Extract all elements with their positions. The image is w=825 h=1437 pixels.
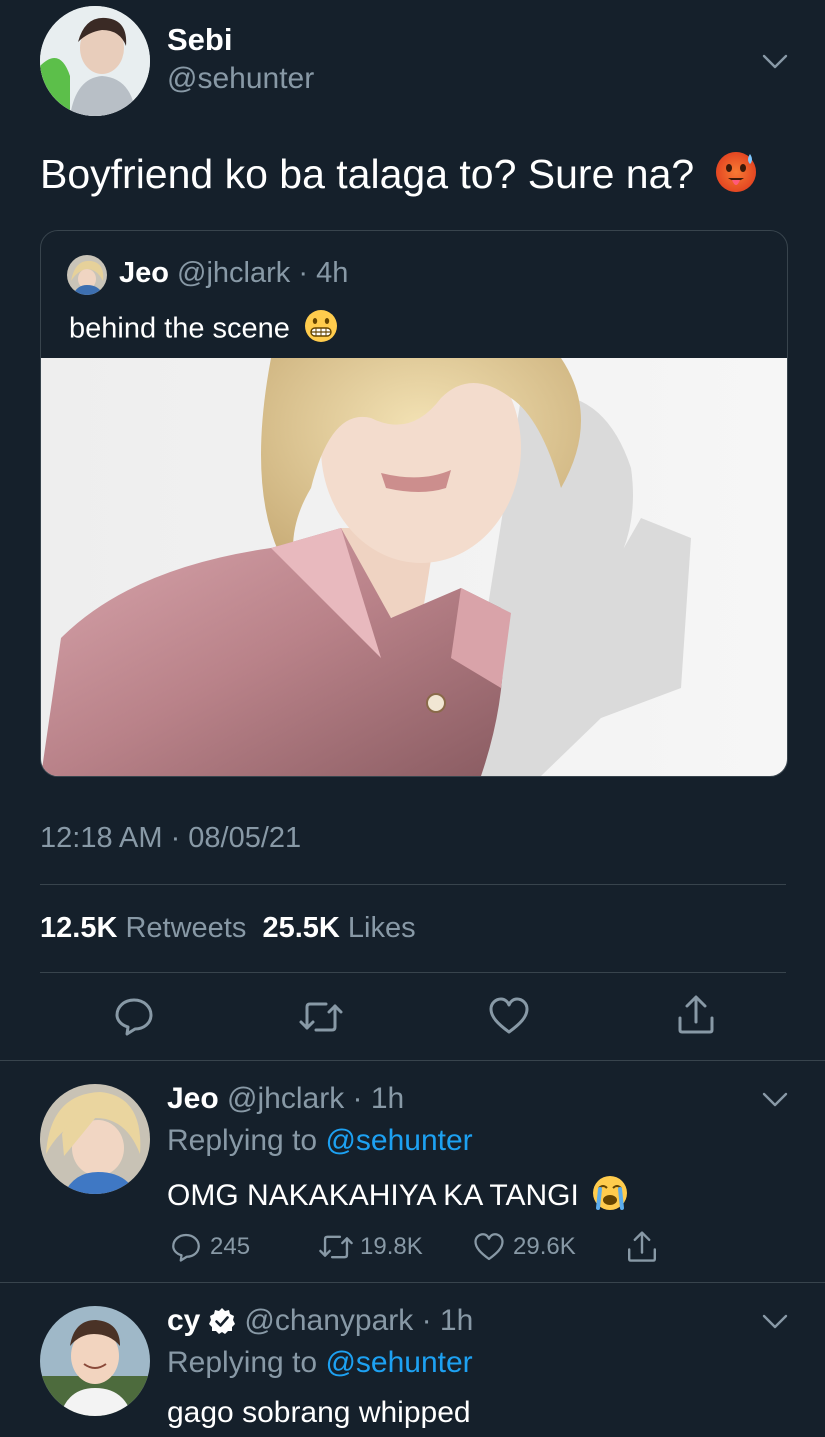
- main-author-handle[interactable]: @sehunter: [167, 62, 314, 96]
- main-tweet-timestamp: 12:18 AM · 08/05/21: [40, 822, 302, 854]
- replying-to-label: Replying to: [167, 1346, 318, 1379]
- quoted-header: Jeo @jhclark · 4h: [119, 257, 348, 290]
- reply2-replying-to: Replying to @sehunter: [167, 1346, 473, 1380]
- reply2-text: gago sobrang whipped: [167, 1396, 471, 1429]
- reply2-header: cy @chanypark · 1h: [167, 1304, 473, 1338]
- quoted-time: 4h: [316, 257, 349, 289]
- reply2-author-name[interactable]: cy: [167, 1304, 200, 1338]
- reply1-replying-to: Replying to @sehunter: [167, 1124, 473, 1158]
- main-tweet-text-row: Boyfriend ko ba talaga to? Sure na?: [40, 150, 758, 204]
- reply1-header: Jeo @jhclark · 1h: [167, 1082, 404, 1116]
- reply1-text: OMG NAKAKAHIYA KA TANGI: [167, 1178, 579, 1212]
- retweets-label: Retweets: [125, 912, 247, 944]
- likes-stat[interactable]: 25.5K Likes: [262, 912, 415, 944]
- reply2-time: 1h: [439, 1304, 474, 1337]
- reply1-time: 1h: [370, 1082, 405, 1115]
- quoted-author-handle[interactable]: @jhclark: [177, 257, 290, 289]
- reply1-like-count: 29.6K: [513, 1233, 576, 1260]
- retweets-count: 12.5K: [40, 912, 118, 944]
- divider: [0, 1282, 825, 1283]
- reply-icon: [172, 1233, 200, 1262]
- separator-dot: ·: [344, 1082, 371, 1115]
- reply1-reply-count: 245: [210, 1233, 251, 1260]
- reply1-author-handle[interactable]: @jhclark: [227, 1082, 344, 1115]
- reply1-retweet-button[interactable]: 19.8K: [318, 1232, 423, 1262]
- likes-label: Likes: [347, 912, 416, 944]
- reply1-avatar[interactable]: [40, 1084, 150, 1194]
- share-button[interactable]: [676, 994, 716, 1036]
- loudly-crying-emoji-icon: [591, 1174, 629, 1220]
- hot-face-emoji-icon: [714, 150, 758, 204]
- divider: [0, 1060, 825, 1061]
- reply2-avatar[interactable]: [40, 1306, 150, 1416]
- chevron-down-icon[interactable]: [762, 1092, 788, 1113]
- divider: [40, 972, 786, 973]
- heart-icon: [489, 997, 529, 1034]
- reply1-reply-button[interactable]: 245: [170, 1232, 250, 1262]
- reply-button[interactable]: [114, 996, 154, 1036]
- replying-to-label: Replying to: [167, 1124, 318, 1157]
- reply1-like-button[interactable]: 29.6K: [473, 1232, 576, 1262]
- separator-dot: ·: [290, 257, 317, 289]
- chevron-down-icon[interactable]: [762, 54, 788, 75]
- retweet-button[interactable]: [298, 998, 344, 1036]
- main-tweet-text: Boyfriend ko ba talaga to? Sure na?: [40, 150, 695, 197]
- sebi-avatar[interactable]: [40, 6, 150, 116]
- grimacing-emoji-icon: [304, 309, 338, 351]
- reply1-author-name[interactable]: Jeo: [167, 1082, 219, 1115]
- share-icon: [628, 1231, 656, 1262]
- replying-to-handle[interactable]: @sehunter: [325, 1346, 472, 1379]
- heart-icon: [474, 1233, 504, 1261]
- retweet-icon: [299, 1002, 343, 1032]
- quoted-tweet-card[interactable]: Jeo @jhclark · 4h behind the scene: [40, 230, 788, 777]
- reply1-text-row: OMG NAKAKAHIYA KA TANGI: [167, 1174, 629, 1220]
- quoted-photo[interactable]: [41, 333, 787, 776]
- share-icon: [678, 995, 714, 1034]
- likes-count: 25.5K: [262, 912, 340, 944]
- reply1-retweet-count: 19.8K: [360, 1233, 423, 1260]
- engagement-stats: 12.5K Retweets 25.5K Likes: [40, 912, 416, 945]
- retweets-stat[interactable]: 12.5K Retweets: [40, 912, 246, 944]
- quoted-author-avatar: [67, 255, 107, 295]
- quoted-text-row: behind the scene: [69, 309, 338, 351]
- reply2-author-handle[interactable]: @chanypark: [244, 1304, 413, 1338]
- main-author-name[interactable]: Sebi: [167, 22, 232, 58]
- quoted-tweet-text: behind the scene: [69, 312, 290, 345]
- like-button[interactable]: [488, 996, 530, 1036]
- verified-badge-icon: [208, 1307, 236, 1335]
- reply1-share-button[interactable]: [626, 1230, 658, 1269]
- reply-icon: [115, 998, 153, 1036]
- separator-dot: ·: [413, 1304, 440, 1337]
- replying-to-handle[interactable]: @sehunter: [325, 1124, 472, 1157]
- chevron-down-icon[interactable]: [762, 1314, 788, 1335]
- divider: [40, 884, 786, 885]
- retweet-icon: [319, 1235, 353, 1259]
- quoted-author-name[interactable]: Jeo: [119, 257, 169, 289]
